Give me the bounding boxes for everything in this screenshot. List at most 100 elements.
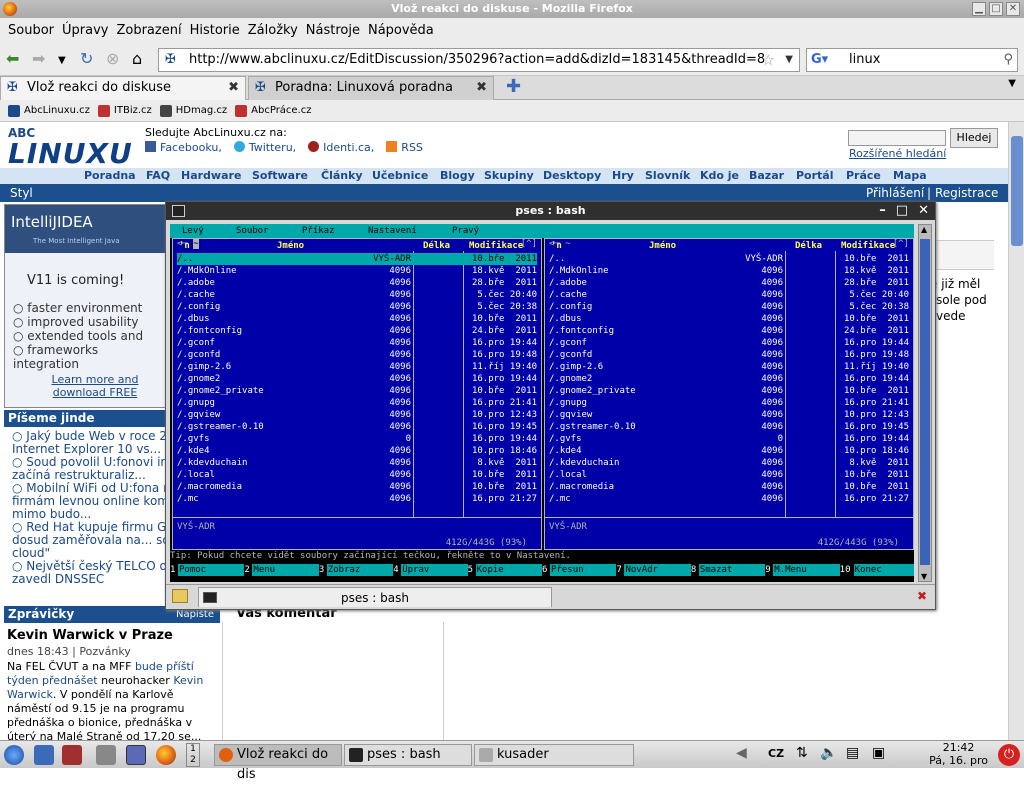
clock[interactable]: 21:42 Pá, 16. pro	[929, 741, 988, 767]
left-panel[interactable]: <─ ~ [^] 'n Jméno Délka Modifikace /.. VY…	[172, 238, 542, 550]
nav-portal[interactable]: Portál	[796, 169, 834, 182]
news-title[interactable]: Kevin Warwick v Praze	[7, 628, 220, 643]
file-row[interactable]: /.kdevduchain 4096 8.kvě 2011	[549, 457, 909, 469]
file-row[interactable]: /.fontconfig 4096 24.bře 2011	[177, 325, 537, 337]
file-row[interactable]: /.gconf 4096 16.pro 19:44	[177, 337, 537, 349]
file-row[interactable]: /.config 4096 5.čec 20:38	[177, 301, 537, 313]
fkey-button[interactable]: 2 Menu	[244, 564, 319, 576]
fkey-button[interactable]: 8 Smazat	[691, 564, 766, 576]
advanced-search-link[interactable]: Rozšířené hledání	[849, 147, 946, 160]
bookmark-abclinuxu[interactable]: AbcLinuxu.cz	[8, 104, 90, 117]
nav-skupiny[interactable]: Skupiny	[484, 169, 534, 182]
page-scrollbar[interactable]	[1008, 122, 1024, 740]
file-row[interactable]: /.cache 4096 5.čec 20:40	[177, 289, 537, 301]
firefox-icon[interactable]	[156, 745, 176, 765]
new-tab-icon[interactable]: ✚	[506, 76, 521, 98]
file-row[interactable]: /.gqview 4096 10.pro 12:43	[549, 409, 909, 421]
menu-file[interactable]: Soubor	[8, 23, 54, 38]
tab-list-icon[interactable]: ▼	[1008, 78, 1016, 89]
mc-menu-left[interactable]: Levý	[182, 224, 204, 238]
file-row[interactable]: /.mc 4096 16.pro 21:27	[549, 493, 909, 505]
nav-clanky[interactable]: Články	[321, 169, 363, 182]
tab-reply[interactable]: ✠ Vlož reakci do diskuse ✖	[0, 76, 246, 100]
file-row[interactable]: /.gconf 4096 16.pro 19:44	[549, 337, 909, 349]
file-row[interactable]: /.adobe 4096 28.bře 2011	[177, 277, 537, 289]
system-icon[interactable]	[62, 745, 82, 765]
nav-software[interactable]: Software	[252, 169, 308, 182]
nav-ucebnice[interactable]: Učebnice	[372, 169, 428, 182]
task-krusader[interactable]: kusader	[474, 744, 634, 766]
terminal-titlebar[interactable]: pses : bash – □ ✕	[166, 202, 935, 220]
menu-help[interactable]: Nápověda	[368, 23, 434, 38]
maximize-button[interactable]: □	[896, 202, 908, 220]
close-button[interactable]: ✕	[1006, 2, 1020, 16]
file-row[interactable]: /.config 4096 5.čec 20:38	[549, 301, 909, 313]
mc-menu-command[interactable]: Příkaz	[302, 224, 335, 238]
network-icon[interactable]: ⇅	[796, 745, 808, 761]
file-row[interactable]: /.dbus 4096 10.bře 2011	[549, 313, 909, 325]
file-row[interactable]: /.MdkOnline 4096 18.kvě 2011	[177, 265, 537, 277]
fkey-button[interactable]: 4 Úprav	[393, 564, 468, 576]
search-box[interactable]: G▾ linux ⚲	[806, 48, 1018, 72]
nav-bazar[interactable]: Bazar	[749, 169, 784, 182]
cursor-icon[interactable]	[126, 745, 146, 765]
close-tab-icon[interactable]: ✖	[228, 77, 239, 99]
power-icon[interactable]: ⏻	[998, 744, 1020, 766]
terminal-tab[interactable]: pses : bash	[198, 587, 552, 607]
scroll-thumb[interactable]	[1011, 136, 1023, 246]
scroll-up-icon[interactable]: ▲	[921, 225, 927, 234]
file-row[interactable]: /.local 4096 10.bře 2011	[549, 469, 909, 481]
file-row[interactable]: /.gvfs 0 16.pro 19:44	[177, 433, 537, 445]
file-row[interactable]: /.gimp-2.6 4096 11.říj 19:40	[549, 361, 909, 373]
column-date[interactable]: Modifikace	[469, 241, 523, 251]
site-search-button[interactable]: Hledej	[950, 128, 998, 148]
nav-hardware[interactable]: Hardware	[181, 169, 241, 182]
file-row[interactable]: /.gvfs 0 16.pro 19:44	[549, 433, 909, 445]
identica-link[interactable]: Identi.ca,	[308, 141, 374, 154]
tools-icon[interactable]	[96, 745, 116, 765]
file-row[interactable]: /.MdkOnline 4096 18.kvě 2011	[549, 265, 909, 277]
file-row[interactable]: /.. VYŠ-ADR 10.bře 2011	[549, 253, 909, 265]
right-panel[interactable]: <─ ~ [^] 'n Jméno Délka Modifikace /.. VY…	[544, 238, 914, 550]
file-row[interactable]: /.gnome2 4096 16.pro 19:44	[177, 373, 537, 385]
rss-link[interactable]: RSS	[386, 141, 423, 154]
nav-prace[interactable]: Práce	[846, 169, 881, 182]
clipboard-icon[interactable]: ▤	[846, 745, 859, 761]
file-row[interactable]: /.mc 4096 16.pro 21:27	[177, 493, 537, 505]
start-menu-icon[interactable]	[4, 745, 24, 765]
file-row[interactable]: /.gqview 4096 10.pro 12:43	[177, 409, 537, 421]
bookmark-itbiz[interactable]: ITBiz.cz	[97, 104, 152, 117]
bookmark-star-icon[interactable]: ☆	[762, 49, 775, 71]
column-name[interactable]: Jméno	[649, 241, 676, 251]
menu-bookmarks[interactable]: Záložky	[248, 23, 298, 38]
nav-blogy[interactable]: Blogy	[440, 169, 475, 182]
tray-arrow-icon[interactable]: ◀	[736, 745, 747, 761]
file-row[interactable]: /.kde4 4096 10.pro 18:46	[177, 445, 537, 457]
nav-kdo-je[interactable]: Kdo je	[700, 169, 739, 182]
tab-poradna[interactable]: ✠ Poradna: Linuxová poradna ✖	[248, 76, 494, 100]
mc-menu-file[interactable]: Soubor	[236, 224, 269, 238]
forward-arrow-icon[interactable]: ➡	[32, 50, 45, 68]
fkey-button[interactable]: 6 Přesun	[542, 564, 617, 576]
register-link[interactable]: Registrace	[935, 184, 998, 202]
site-logo[interactable]: ABC LINUXU	[8, 126, 132, 168]
reload-icon[interactable]: ↻	[80, 50, 93, 68]
file-row[interactable]: /.gconfd 4096 16.pro 19:48	[549, 349, 909, 361]
file-row[interactable]: /.gnome2_private 4096 10.bře 2011	[549, 385, 909, 397]
minimize-button[interactable]: –	[879, 202, 886, 220]
nav-desktopy[interactable]: Desktopy	[543, 169, 601, 182]
menu-tools[interactable]: Nástroje	[306, 23, 360, 38]
volume-icon[interactable]: 🔈	[820, 745, 837, 761]
file-row[interactable]: /.. VYŠ-ADR 10.bře 2011	[177, 253, 537, 265]
file-row[interactable]: /.fontconfig 4096 24.bře 2011	[549, 325, 909, 337]
desktop-icon[interactable]	[34, 745, 54, 765]
file-row[interactable]: /.cache 4096 5.čec 20:40	[549, 289, 909, 301]
file-row[interactable]: /.gconfd 4096 16.pro 19:48	[177, 349, 537, 361]
workspace-pager[interactable]: 12	[186, 743, 200, 767]
file-row[interactable]: /.dbus 4096 10.bře 2011	[177, 313, 537, 325]
file-row[interactable]: /.kdevduchain 4096 8.kvě 2011	[177, 457, 537, 469]
column-size[interactable]: Délka	[423, 241, 450, 251]
file-row[interactable]: /.gnupg 4096 16.pro 21:41	[177, 397, 537, 409]
file-row[interactable]: /.gstreamer-0.10 4096 16.pro 19:45	[549, 421, 909, 433]
maximize-button[interactable]: □	[989, 2, 1003, 16]
